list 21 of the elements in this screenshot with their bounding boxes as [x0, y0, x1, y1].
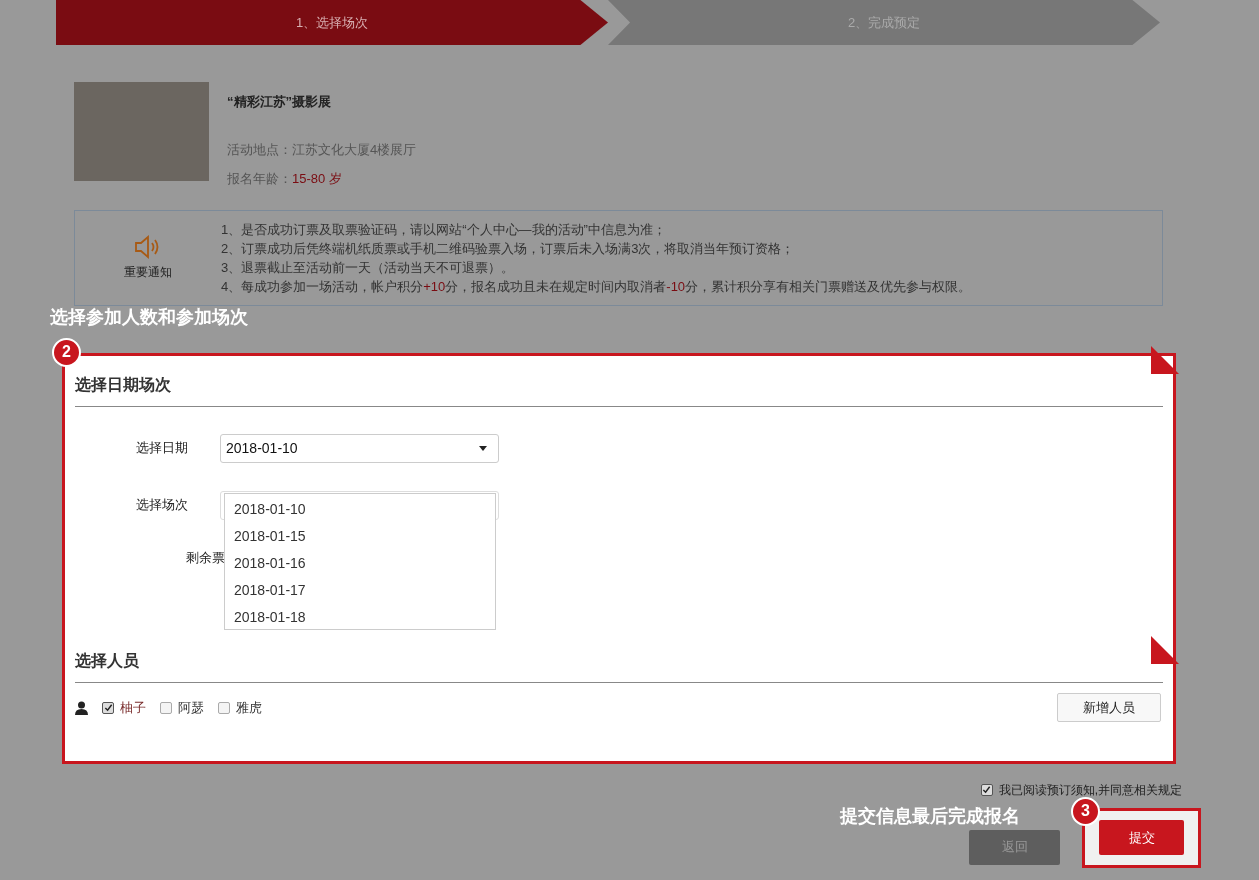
notice-item: 1、是否成功订票及取票验证码，请以网站“个人中心—我的活动”中信息为准；	[221, 220, 667, 239]
event-title: “精彩江苏”摄影展	[227, 93, 332, 111]
date-label: 选择日期	[136, 439, 189, 458]
age-label: 报名年龄：	[227, 170, 292, 188]
location-label: 活动地点：	[227, 140, 292, 159]
callout-caption: 选择参加人数和参加场次	[50, 305, 248, 328]
step-badge: 3	[1071, 796, 1100, 826]
section-title: 选择日期场次	[75, 372, 1163, 407]
tickets-label: 剩余票	[186, 548, 225, 567]
step-badge: 2	[52, 337, 81, 367]
agreement-text: 我已阅读预订须知,并同意相关规定	[998, 781, 1182, 799]
location-text: 江苏文化大厦4楼展厅	[292, 140, 417, 159]
notice-label: 重要通知	[124, 263, 172, 281]
person-name: 雅虎	[236, 698, 262, 717]
notice-item: 2、订票成功后凭终端机纸质票或手机二维码验票入场，订票后未入场满3次，将取消当年预订资格；	[221, 239, 796, 258]
person-name: 阿瑟	[178, 698, 204, 717]
callout-caption: 提交信息最后完成报名	[840, 804, 1020, 827]
person-name: 柚子	[120, 698, 146, 717]
session-label: 选择场次	[136, 496, 189, 515]
section-title: 选择人员	[75, 649, 1163, 683]
age-range: 15-80 岁	[292, 170, 342, 188]
